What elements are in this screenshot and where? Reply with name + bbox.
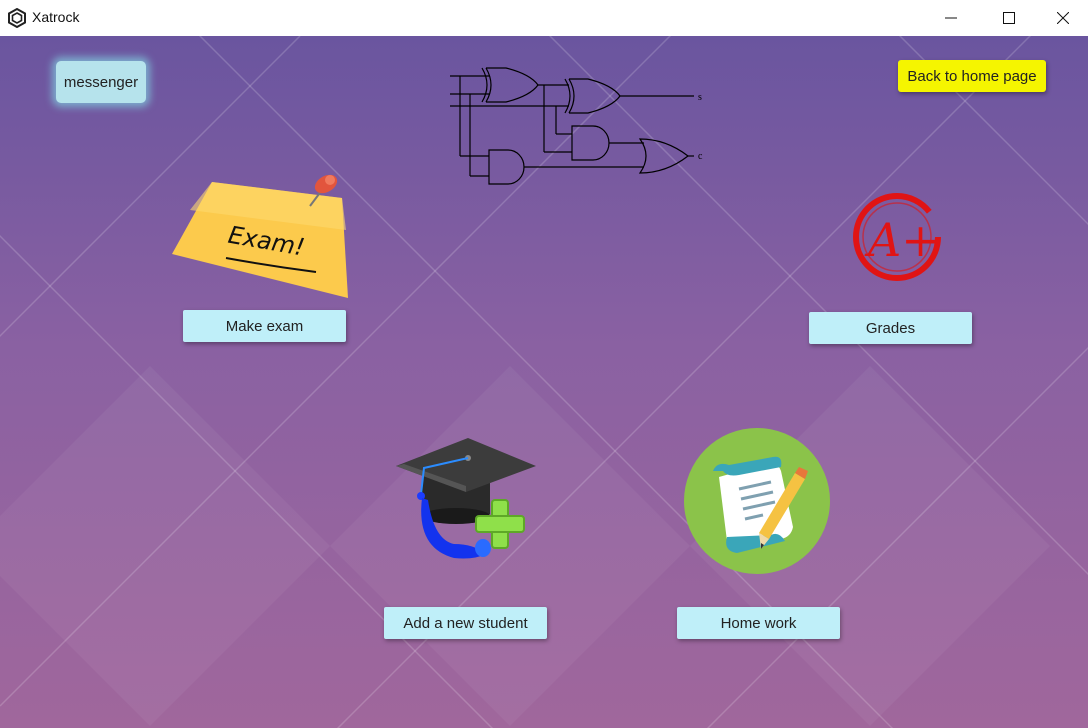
a-plus-grade-image: A+: [853, 193, 941, 281]
close-icon: [1057, 12, 1069, 24]
homework-scroll-icon: [684, 428, 830, 574]
circuit-output-c: c: [698, 151, 703, 162]
window-title: Xatrock: [32, 9, 80, 25]
title-bar: Xatrock: [0, 0, 1088, 36]
grade-text: A+: [864, 213, 940, 267]
home-work-button[interactable]: Home work: [677, 607, 840, 639]
add-new-student-button[interactable]: Add a new student: [384, 607, 547, 639]
minimize-button[interactable]: [922, 0, 980, 36]
exam-note-image: Exam!: [172, 174, 348, 298]
messenger-button[interactable]: messenger: [56, 61, 146, 103]
maximize-button[interactable]: [980, 0, 1038, 36]
logic-circuit-image: s c: [450, 67, 703, 185]
grades-button[interactable]: Grades: [809, 312, 972, 344]
minimize-icon: [945, 17, 957, 19]
close-button[interactable]: [1038, 0, 1088, 36]
make-exam-button[interactable]: Make exam: [183, 310, 346, 342]
main-content: messenger Back to home page s c Exam! A+…: [0, 36, 1088, 728]
graduation-cap-add-icon: [396, 438, 536, 559]
circuit-output-s: s: [698, 92, 702, 103]
back-to-home-button[interactable]: Back to home page: [898, 60, 1046, 92]
xatrock-logo-icon: [8, 8, 26, 28]
maximize-icon: [1003, 12, 1015, 24]
